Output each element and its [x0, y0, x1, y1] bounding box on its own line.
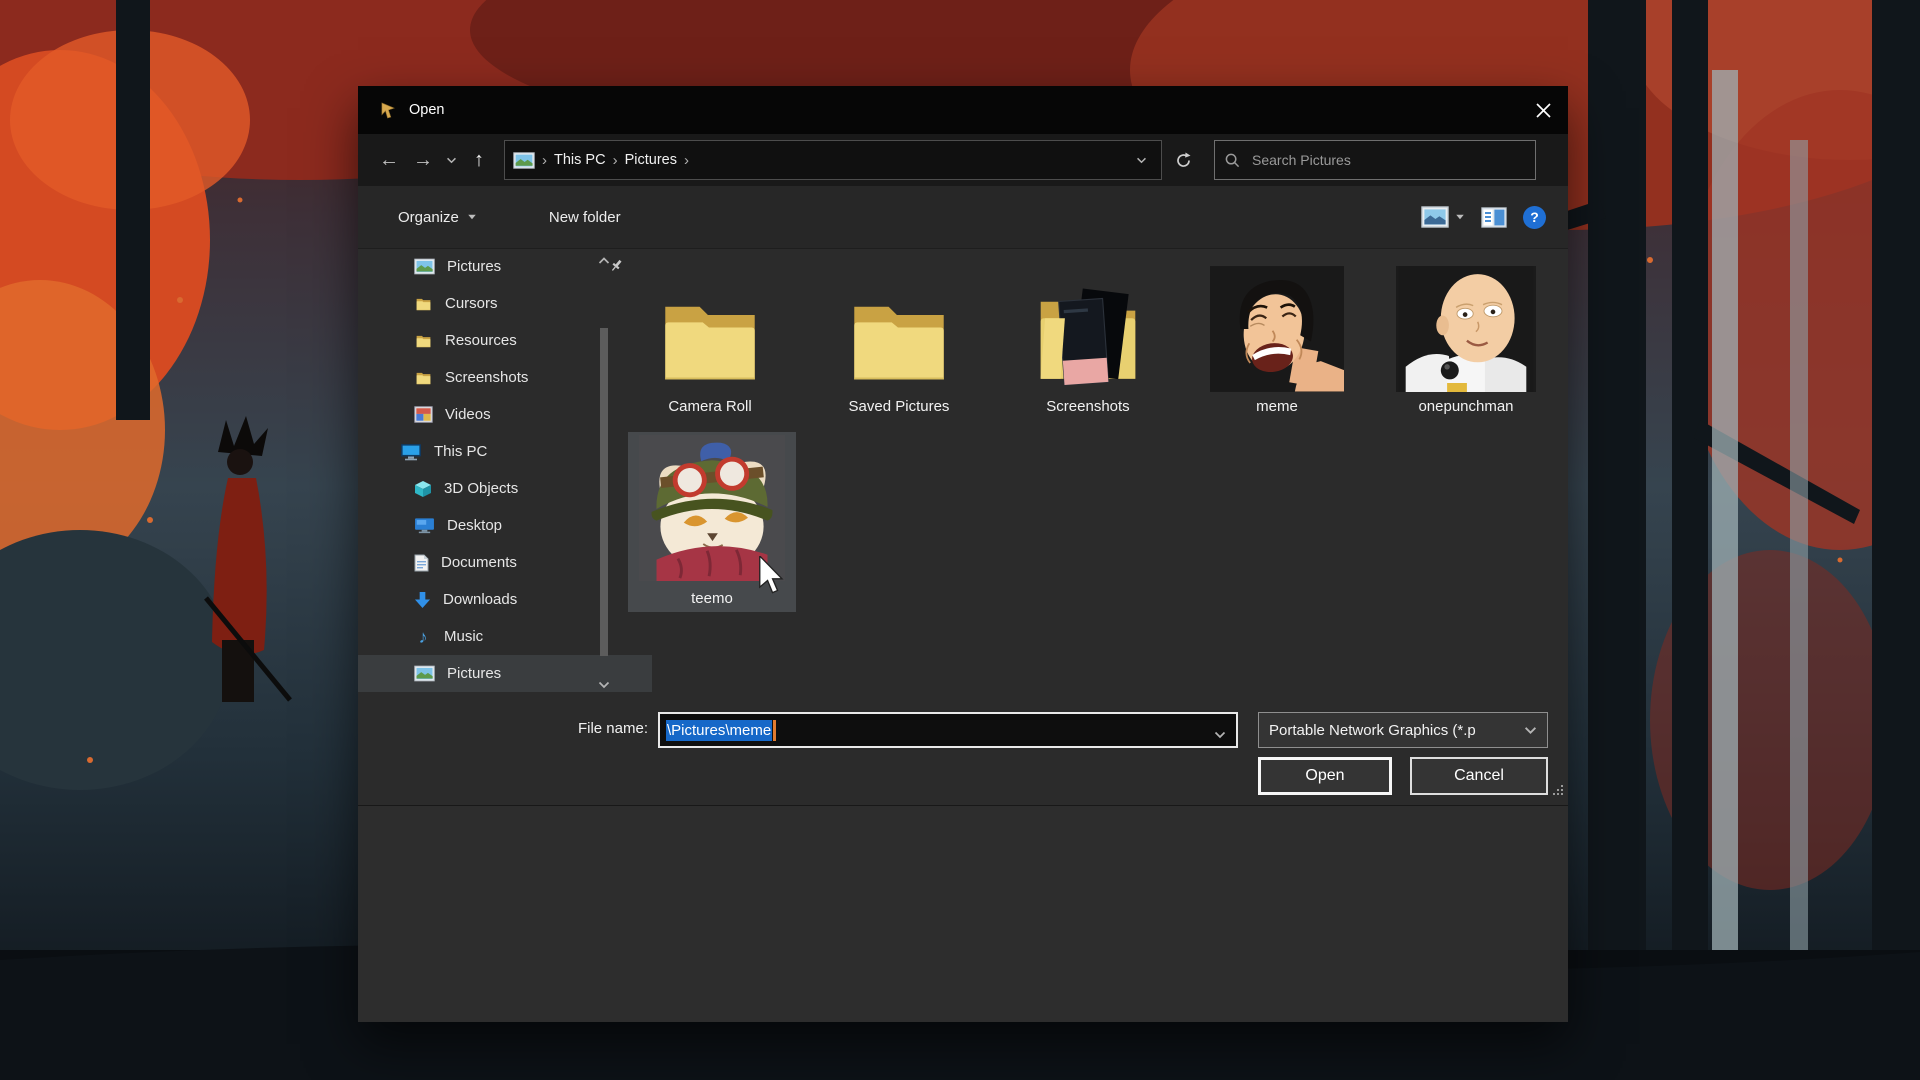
- search-box[interactable]: [1214, 140, 1536, 180]
- chevron-down-icon: [467, 214, 477, 220]
- folder-icon: [414, 296, 433, 312]
- location-folder-icon: [513, 152, 535, 169]
- close-icon: [1536, 103, 1551, 118]
- address-dropdown-button[interactable]: [1130, 157, 1153, 164]
- folder-icon: [414, 370, 433, 386]
- breadcrumb-separator: ›: [684, 152, 689, 169]
- file-name-value: \Pictures\meme: [666, 720, 772, 741]
- chevron-down-icon: [1136, 157, 1147, 164]
- scroll-down-icon[interactable]: [598, 676, 610, 694]
- document-icon: [414, 554, 429, 572]
- file-name-input[interactable]: \Pictures\meme: [658, 712, 1238, 748]
- forward-button[interactable]: →: [406, 142, 440, 178]
- recent-locations-button[interactable]: [440, 142, 462, 178]
- chevron-down-icon: [446, 157, 457, 164]
- file-name-label: File name:: [543, 720, 648, 737]
- search-icon: [1225, 153, 1240, 168]
- file-item-saved-pictures[interactable]: Saved Pictures: [809, 250, 989, 422]
- breadcrumb-separator: ›: [542, 152, 547, 169]
- scroll-up-icon[interactable]: [598, 252, 610, 270]
- pictures-icon: [414, 665, 435, 682]
- computer-icon: [400, 443, 422, 461]
- refresh-icon: [1175, 152, 1192, 169]
- organize-button[interactable]: Organize: [398, 209, 477, 226]
- music-icon: ♪: [414, 629, 432, 645]
- chevron-down-icon: [1455, 214, 1465, 220]
- preview-pane-button[interactable]: [1481, 207, 1507, 228]
- breadcrumb-pictures[interactable]: Pictures: [625, 152, 677, 168]
- change-view-button[interactable]: [1421, 206, 1465, 228]
- file-list[interactable]: Camera Roll Saved Pictures Screenshots m…: [612, 248, 1568, 700]
- breadcrumb-separator: ›: [613, 152, 618, 169]
- desktop-icon: [414, 517, 435, 534]
- open-button[interactable]: Open: [1258, 757, 1392, 795]
- folder-icon: [414, 333, 433, 349]
- dialog-footer: File name: \Pictures\meme Portable Netwo…: [358, 700, 1568, 805]
- folder-icon: [654, 288, 766, 392]
- scrollbar-thumb[interactable]: [600, 328, 608, 656]
- sidebar-scrollbar[interactable]: [596, 248, 612, 700]
- back-button[interactable]: ←: [372, 142, 406, 178]
- chevron-down-icon: [1524, 722, 1537, 739]
- file-item-camera-roll[interactable]: Camera Roll: [620, 250, 800, 422]
- cancel-button[interactable]: Cancel: [1410, 757, 1548, 795]
- cube-icon: [414, 480, 432, 498]
- folder-with-previews-icon: [1029, 282, 1147, 392]
- help-button[interactable]: ?: [1523, 206, 1546, 229]
- folder-icon: [843, 288, 955, 392]
- file-item-onepunchman[interactable]: onepunchman: [1376, 250, 1556, 422]
- search-input[interactable]: [1250, 151, 1525, 169]
- resize-grip[interactable]: [1552, 784, 1565, 802]
- navigation-bar: ← → ↑ › This PC › Pictures ›: [358, 134, 1568, 186]
- onepunchman-thumbnail: [1396, 266, 1536, 392]
- file-item-meme[interactable]: meme: [1187, 250, 1367, 422]
- app-icon: [380, 102, 397, 119]
- desktop-screen: Open ← → ↑: [0, 0, 1920, 1080]
- navigation-pane: Pictures: [358, 248, 612, 700]
- breadcrumb-this-pc[interactable]: This PC: [554, 152, 606, 168]
- text-caret: [773, 720, 776, 741]
- meme-thumbnail: [1210, 266, 1344, 392]
- file-name-dropdown-button[interactable]: [1214, 726, 1226, 744]
- new-folder-button[interactable]: New folder: [549, 209, 621, 226]
- refresh-button[interactable]: [1166, 142, 1200, 178]
- dialog-title: Open: [409, 102, 444, 118]
- download-icon: [414, 591, 431, 609]
- videos-icon: [414, 406, 433, 423]
- up-button[interactable]: ↑: [462, 142, 496, 178]
- file-type-select[interactable]: Portable Network Graphics (*.p: [1258, 712, 1548, 748]
- dialog-titlebar[interactable]: Open: [358, 86, 1568, 134]
- file-item-screenshots[interactable]: Screenshots: [998, 250, 1178, 422]
- preview-pane-icon: [1481, 207, 1507, 228]
- mouse-cursor: [758, 556, 786, 601]
- chevron-down-icon: [1214, 731, 1226, 739]
- close-button[interactable]: [1518, 86, 1568, 134]
- command-bar: Organize New folder: [358, 186, 1568, 249]
- address-bar[interactable]: › This PC › Pictures ›: [504, 140, 1162, 180]
- open-dialog: Open ← → ↑: [358, 86, 1568, 806]
- dialog-content: Pictures: [358, 248, 1568, 700]
- thumbnail-view-icon: [1421, 206, 1449, 228]
- pictures-icon: [414, 258, 435, 275]
